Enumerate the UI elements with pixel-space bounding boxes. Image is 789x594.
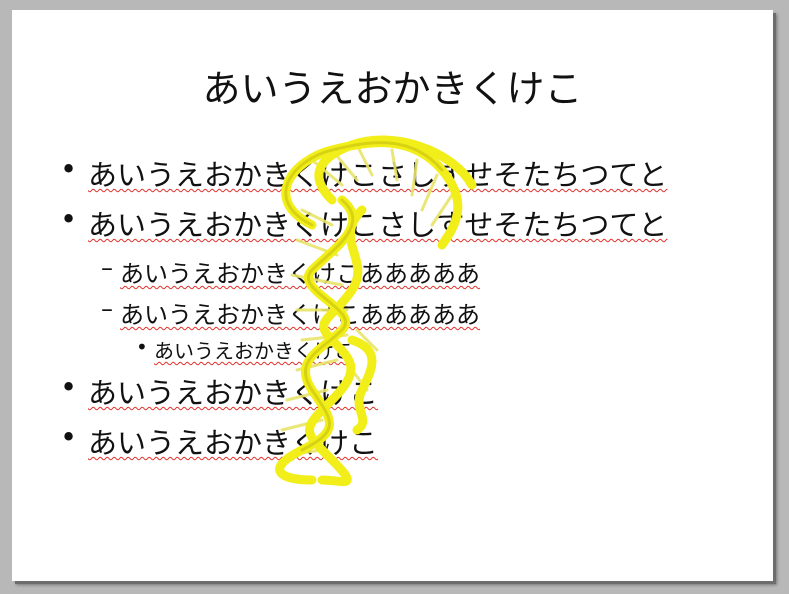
rna-helix-image[interactable] — [12, 10, 773, 581]
slide[interactable]: あいうえおかきくけこ • あいうえおかきくけこさしすせそたちつてと • あいうえ… — [12, 10, 773, 581]
